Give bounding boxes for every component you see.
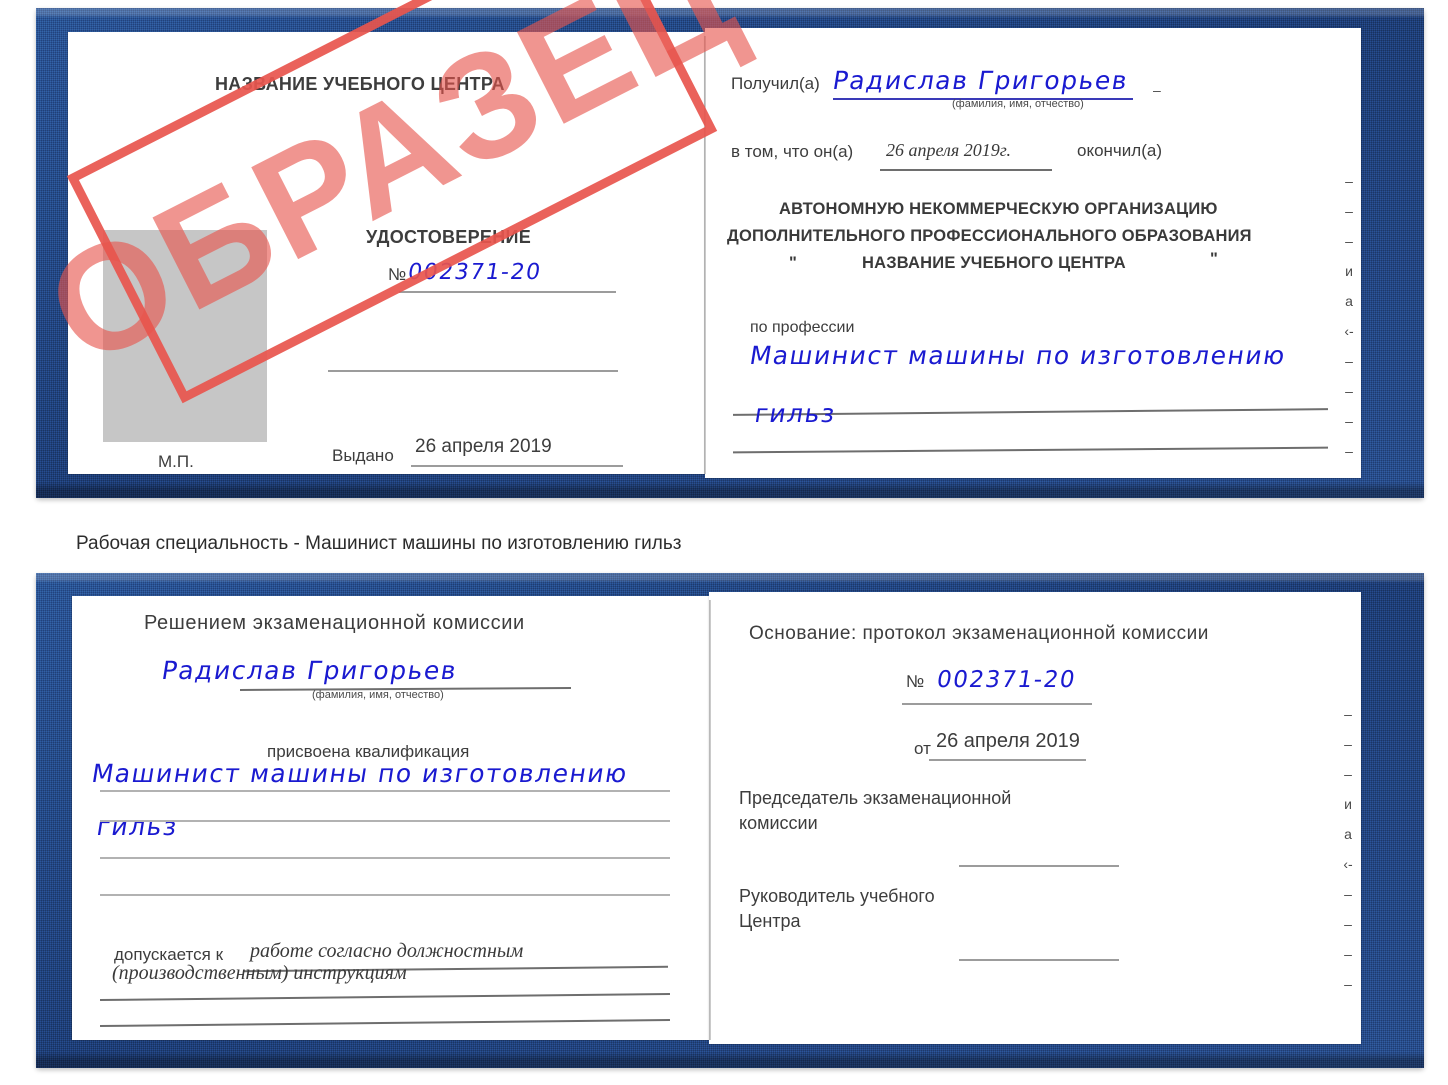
head-line-1: Руководитель учебного bbox=[739, 886, 935, 906]
protocol-date-rule bbox=[929, 759, 1086, 761]
chairman-line-2: комиссии bbox=[739, 813, 818, 833]
organization-line-3: НАЗВАНИЕ УЧЕБНОГО ЦЕНТРА bbox=[862, 254, 1126, 272]
photo-placeholder bbox=[103, 230, 267, 442]
page-caption: Рабочая специальность - Машинист машины … bbox=[76, 533, 682, 554]
edge-fragment-marks-top: – – – и а ‹- – – – – bbox=[1341, 166, 1357, 466]
received-name-value: Радислав Григорьев bbox=[830, 66, 1131, 95]
edge-fragment: – bbox=[1344, 706, 1352, 722]
chairman-signature-rule bbox=[959, 865, 1119, 867]
certificate-number-value: 002371-20 bbox=[406, 260, 544, 285]
issued-label: Выдано bbox=[332, 446, 394, 465]
graduated-label: окончил(а) bbox=[1077, 141, 1162, 160]
protocol-date-value: 26 апреля 2019 bbox=[936, 730, 1080, 752]
edge-fragment: – bbox=[1345, 173, 1353, 189]
head-line-2: Центра bbox=[739, 911, 801, 931]
edge-fragment: – bbox=[1345, 413, 1353, 429]
edge-fragment: – bbox=[1344, 886, 1352, 902]
organization-line-1: АВТОНОМНУЮ НЕКОММЕРЧЕСКУЮ ОРГАНИЗАЦИЮ bbox=[779, 200, 1218, 218]
edge-fragment: – bbox=[1345, 443, 1353, 459]
protocol-date-prefix: от bbox=[914, 739, 931, 758]
edge-fragment: и bbox=[1344, 796, 1352, 812]
edge-fragment: – bbox=[1344, 736, 1352, 752]
organization-line-2: ДОПОЛНИТЕЛЬНОГО ПРОФЕССИОНАЛЬНОГО ОБРАЗО… bbox=[727, 227, 1252, 245]
edge-fragment: – bbox=[1344, 976, 1352, 992]
edge-fragment: а bbox=[1345, 293, 1353, 309]
chairman-line-1: Председатель экзаменационной bbox=[739, 788, 1012, 808]
basis-label: Основание: протокол экзаменационной коми… bbox=[749, 623, 1209, 644]
qualification-rule-1 bbox=[100, 790, 670, 792]
certificate-number-rule bbox=[399, 291, 616, 293]
qualification-rule-3 bbox=[100, 857, 670, 859]
qualification-line-1: Машинист машины по изготовлению bbox=[89, 759, 631, 788]
student-name-value: Радислав Григорьев bbox=[159, 656, 460, 685]
qualification-line-2: гильз bbox=[94, 812, 181, 841]
edge-fragment: – bbox=[1345, 203, 1353, 219]
profession-line-2: гильз bbox=[752, 399, 839, 428]
top-left-content: НАЗВАНИЕ УЧЕБНОГО ЦЕНТРА УДОСТОВЕРЕНИЕ №… bbox=[68, 32, 705, 474]
graduation-date-rule bbox=[880, 169, 1052, 171]
certificate-number-prefix: № bbox=[388, 265, 407, 284]
bottom-right-content: Основание: протокол экзаменационной коми… bbox=[709, 592, 1361, 1044]
document-type-title: УДОСТОВЕРЕНИЕ bbox=[366, 227, 532, 247]
edge-fragment: – bbox=[1344, 916, 1352, 932]
top-right-content: Получил(а) Радислав Григорьев (фамилия, … bbox=[705, 28, 1361, 478]
protocol-number-prefix: № bbox=[906, 672, 925, 691]
edge-fragment: и bbox=[1345, 263, 1353, 279]
graduation-date-value: 26 апреля 2019г. bbox=[886, 140, 1012, 160]
edge-fragment: – bbox=[1345, 233, 1353, 249]
edge-fragment: – bbox=[1345, 353, 1353, 369]
edge-fragment-marks-bottom: – – – и а ‹- – – – – bbox=[1340, 699, 1356, 999]
student-name-hint: (фамилия, имя, отчество) bbox=[312, 689, 444, 701]
qualification-rule-4 bbox=[100, 894, 670, 896]
head-signature-rule bbox=[959, 959, 1119, 961]
decision-title: Решением экзаменационной комиссии bbox=[144, 612, 525, 634]
edge-fragment: а bbox=[1344, 826, 1352, 842]
edge-fragment: – bbox=[1344, 766, 1352, 782]
profession-rule-2 bbox=[733, 446, 1328, 453]
protocol-number-rule bbox=[902, 703, 1092, 705]
seal-label: М.П. bbox=[158, 452, 194, 471]
issued-date-rule bbox=[411, 465, 623, 467]
qualification-rule-2 bbox=[100, 820, 670, 822]
edge-fragment: – bbox=[1344, 946, 1352, 962]
admitted-rule-3 bbox=[100, 1019, 670, 1027]
protocol-number-value: 002371-20 bbox=[934, 667, 1078, 693]
edge-fragment: ‹- bbox=[1343, 856, 1353, 872]
training-center-title: НАЗВАНИЕ УЧЕБНОГО ЦЕНТРА bbox=[215, 74, 505, 94]
edge-fragment: – bbox=[1345, 383, 1353, 399]
bottom-left-content: Решением экзаменационной комиссии Радисл… bbox=[72, 596, 709, 1040]
that-he-label: в том, что он(а) bbox=[731, 142, 854, 161]
profession-label: по профессии bbox=[750, 319, 855, 336]
received-name-hint: (фамилия, имя, отчество) bbox=[952, 98, 1084, 110]
edge-dash-1: – bbox=[1153, 82, 1161, 98]
admitted-text-line-1: работе согласно должностным bbox=[250, 940, 524, 962]
edge-fragment: ‹- bbox=[1344, 323, 1354, 339]
admitted-text-line-2: (производственным) инструкциям bbox=[112, 962, 407, 984]
issued-date-value: 26 апреля 2019 bbox=[415, 436, 552, 457]
profession-line-1: Машинист машины по изготовлению bbox=[747, 341, 1289, 370]
admitted-rule-2 bbox=[100, 993, 670, 1001]
top-left-blank-rule bbox=[328, 370, 618, 372]
organization-quote-open: " bbox=[789, 254, 798, 272]
organization-quote-close: " bbox=[1210, 250, 1219, 268]
received-label: Получил(а) bbox=[731, 74, 820, 93]
